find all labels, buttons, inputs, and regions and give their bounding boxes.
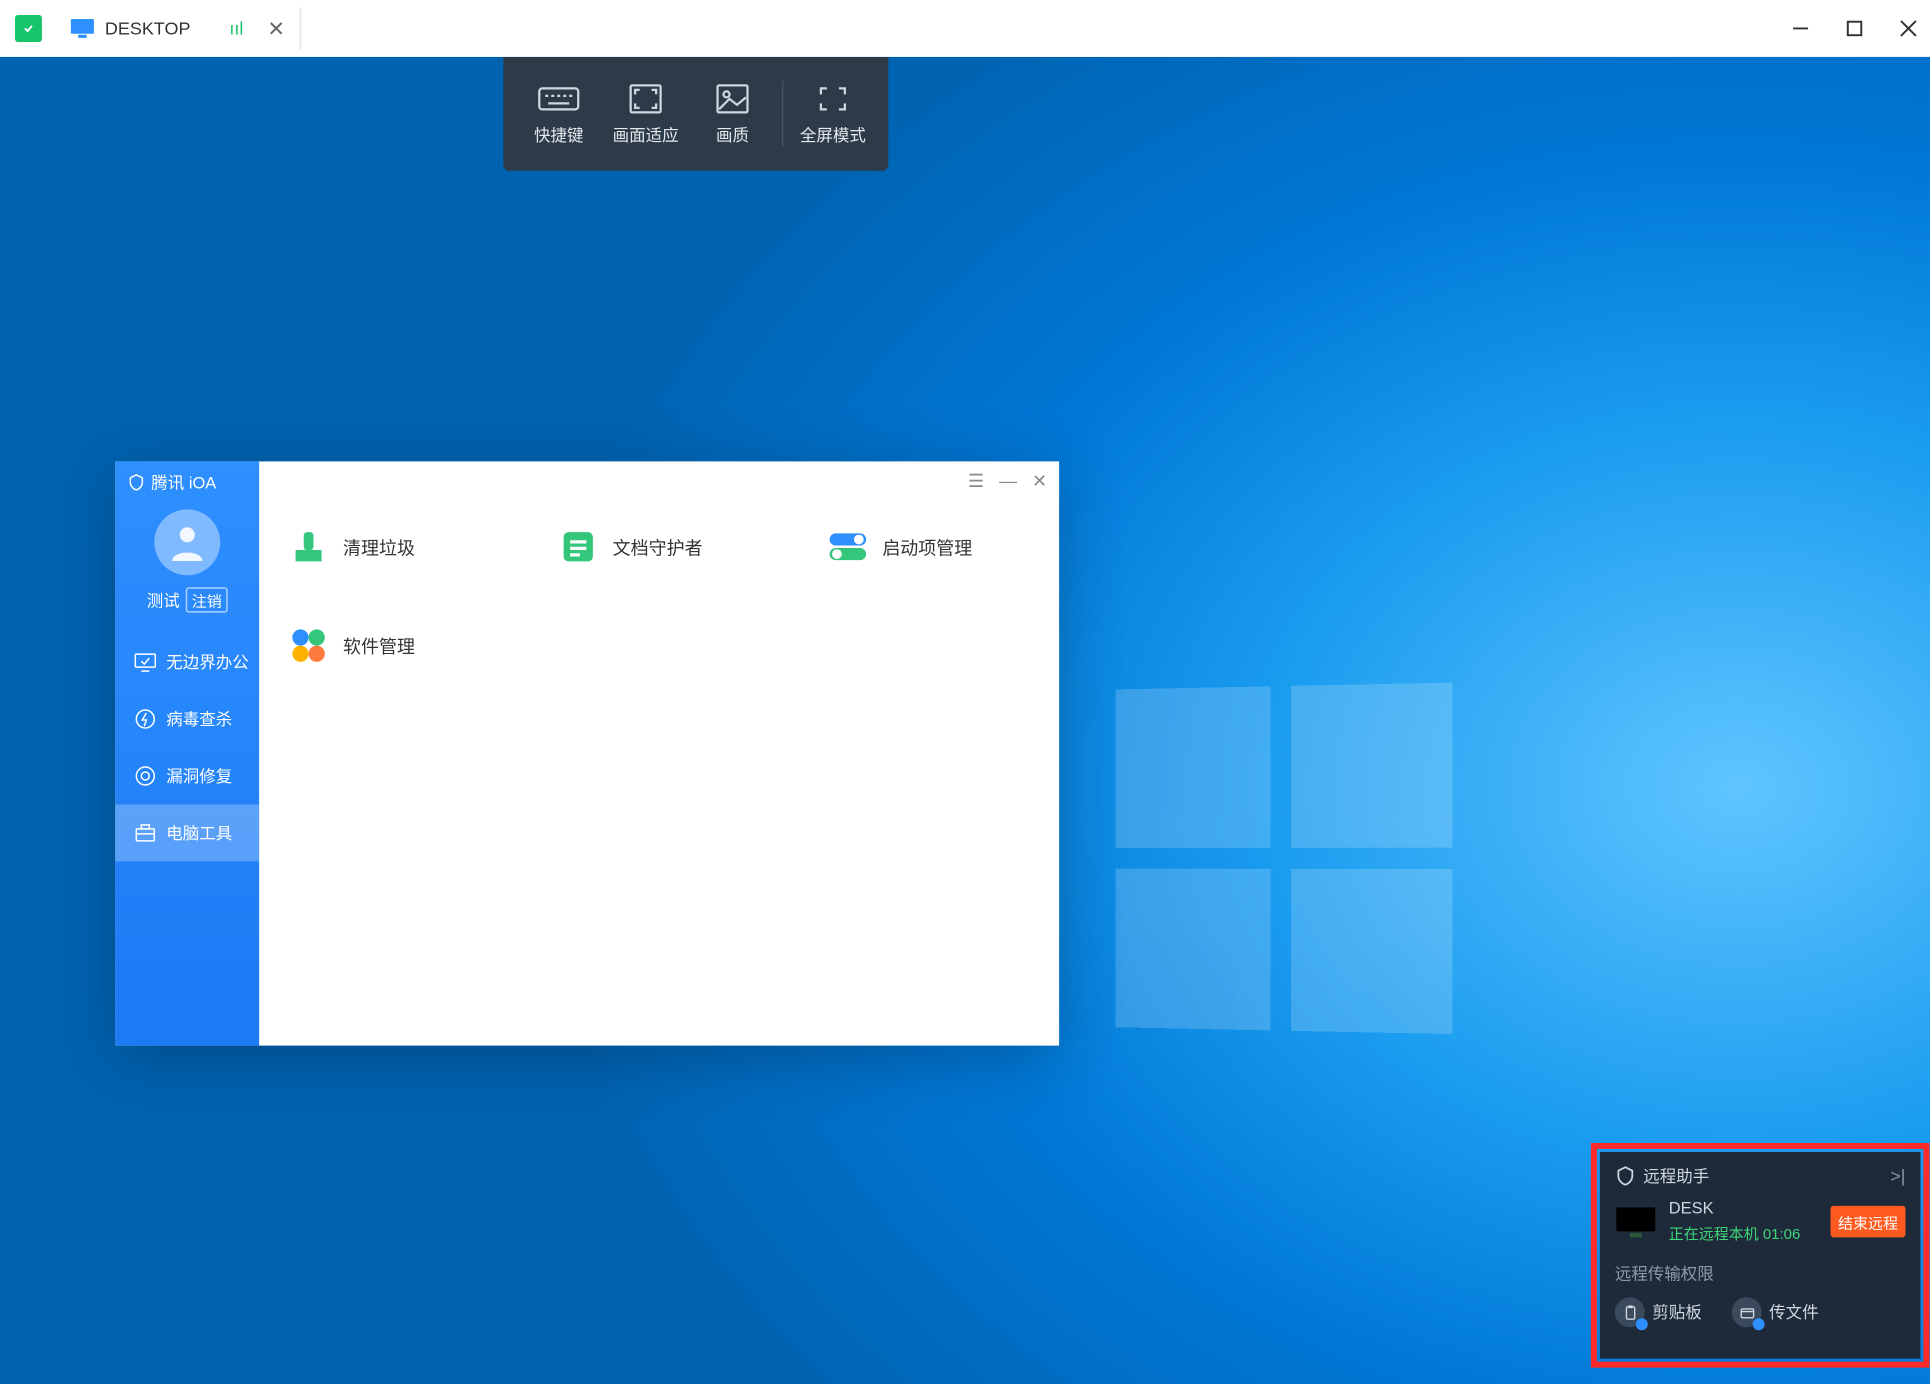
app-shield-icon (15, 15, 42, 42)
toolbar-fullscreen-button[interactable]: 全屏模式 (789, 81, 876, 147)
nav-computer-tools[interactable]: 电脑工具 (115, 804, 259, 861)
nav-vulnerability-fix[interactable]: 漏洞修复 (115, 748, 259, 805)
highlight-annotation: 远程助手 >| DESK 正在远程本机 01:06 结束远程 远程传输权限 (1591, 1143, 1930, 1368)
connection-tab[interactable]: DESKTOP ııl ✕ (57, 7, 302, 49)
tool-document-guard[interactable]: 文档守护者 (559, 527, 739, 566)
monitor-check-icon (133, 650, 157, 674)
remote-monitor-icon (1615, 1205, 1657, 1238)
keyboard-icon (538, 81, 580, 117)
toolbar-separator (782, 81, 783, 147)
maximize-button[interactable] (1841, 15, 1868, 42)
app-titlebar: DESKTOP ııl ✕ (0, 0, 1930, 57)
ioa-app-window: 腾讯 iOA 测试 注销 无边界办公 病毒查杀 (115, 461, 1059, 1045)
permission-file-transfer[interactable]: 传文件 (1732, 1297, 1819, 1327)
minimize-button[interactable] (1787, 15, 1814, 42)
tab-title: DESKTOP (105, 18, 191, 39)
toggle-icon (828, 527, 867, 566)
ioa-sidebar: 腾讯 iOA 测试 注销 无边界办公 病毒查杀 (115, 461, 259, 1045)
ioa-close-button[interactable]: ✕ (1032, 470, 1047, 491)
fullscreen-icon (812, 81, 854, 117)
assistant-shield-icon (1615, 1165, 1636, 1186)
assistant-title: 远程助手 (1643, 1164, 1709, 1188)
ioa-shield-icon (127, 473, 145, 491)
fit-icon (625, 81, 667, 117)
close-button[interactable] (1895, 15, 1922, 42)
image-icon (712, 81, 754, 117)
tab-close-button[interactable]: ✕ (267, 16, 285, 41)
toolbox-icon (133, 821, 157, 845)
toolbar-fit-button[interactable]: 画面适应 (602, 81, 689, 147)
ioa-main-panel: ☰ — ✕ 清理垃圾 文档守护者 启动项管理 (259, 461, 1059, 1045)
remote-status: 正在远程本机 01:06 (1669, 1221, 1801, 1243)
ioa-app-title: 腾讯 iOA (115, 461, 259, 503)
target-icon (133, 764, 157, 788)
remote-desktop-viewport[interactable]: 快捷键 画面适应 画质 全屏模式 腾讯 iOA (0, 57, 1930, 1384)
user-avatar[interactable] (154, 509, 220, 575)
monitor-icon (69, 18, 96, 39)
toolbar-quality-button[interactable]: 画质 (689, 81, 776, 147)
tool-startup-manager[interactable]: 启动项管理 (828, 527, 1008, 566)
logout-button[interactable]: 注销 (186, 587, 228, 612)
tool-software-manager[interactable]: 软件管理 (289, 626, 469, 665)
end-remote-button[interactable]: 结束远程 (1831, 1206, 1906, 1237)
toolbar-shortcut-button[interactable]: 快捷键 (515, 81, 602, 147)
bolt-circle-icon (133, 707, 157, 731)
document-icon (559, 527, 598, 566)
remote-assistant-panel: 远程助手 >| DESK 正在远程本机 01:06 结束远程 远程传输权限 (1600, 1152, 1921, 1359)
file-transfer-icon (1732, 1297, 1762, 1327)
remote-toolbar: 快捷键 画面适应 画质 全屏模式 (503, 57, 888, 171)
signal-icon: ııl (229, 18, 243, 39)
nav-borderless-office[interactable]: 无边界办公 (115, 634, 259, 691)
broom-icon (289, 527, 328, 566)
remote-device-name: DESK (1669, 1200, 1801, 1218)
permission-clipboard[interactable]: 剪贴板 (1615, 1297, 1702, 1327)
clipboard-icon (1615, 1297, 1645, 1327)
nav-virus-scan[interactable]: 病毒查杀 (115, 691, 259, 748)
user-name: 测试 (147, 588, 180, 612)
apps-icon (289, 626, 328, 665)
ioa-menu-button[interactable]: ☰ (968, 470, 984, 491)
permissions-title: 远程传输权限 (1615, 1261, 1906, 1285)
tool-clean-junk[interactable]: 清理垃圾 (289, 527, 469, 566)
ioa-minimize-button[interactable]: — (999, 470, 1017, 491)
windows-logo (1116, 683, 1453, 1035)
assistant-collapse-button[interactable]: >| (1890, 1165, 1905, 1186)
